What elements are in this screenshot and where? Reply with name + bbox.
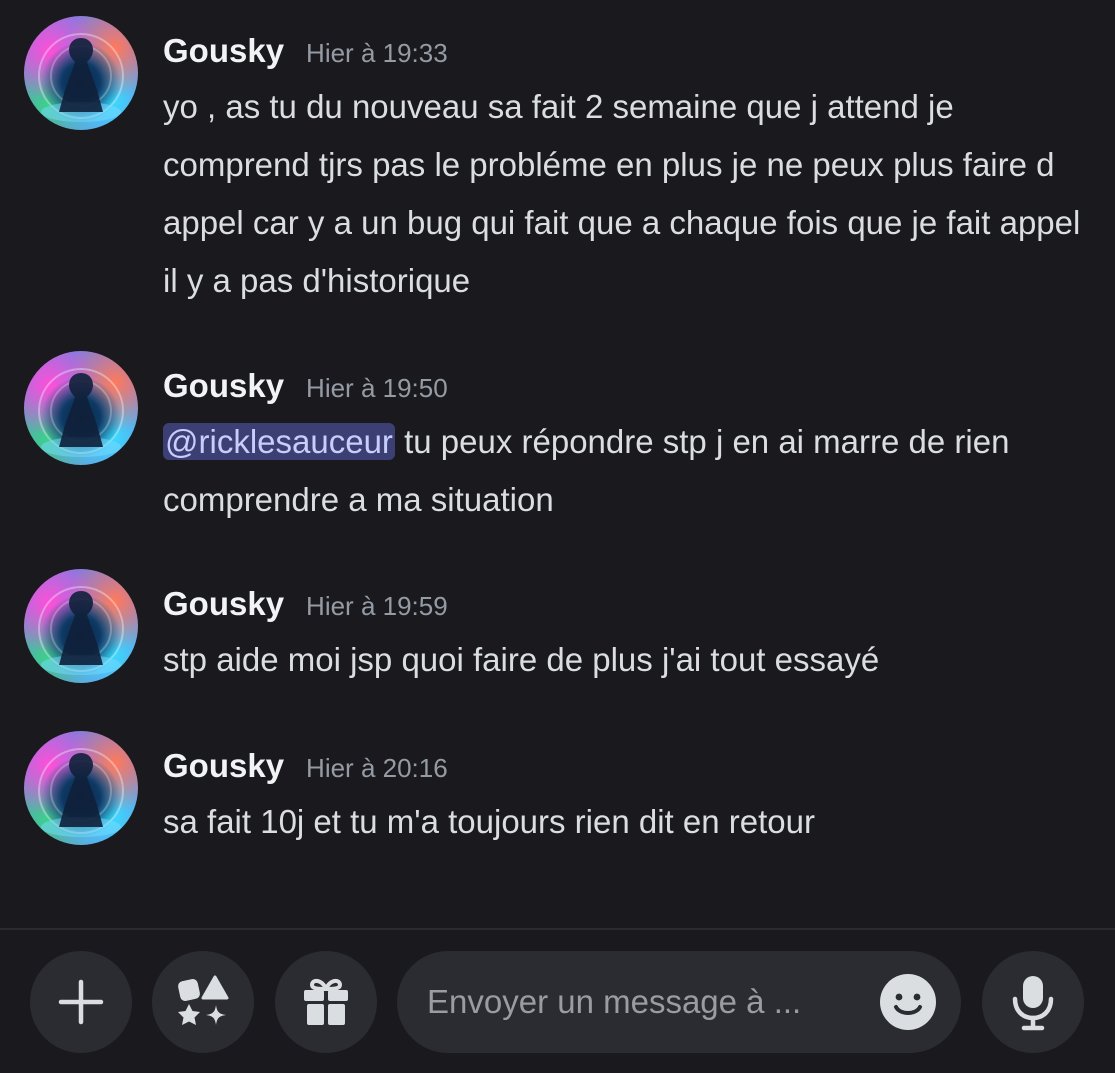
timestamp: Hier à 19:33 <box>306 38 448 68</box>
message-composer <box>0 930 1115 1073</box>
gift-icon <box>304 978 348 1025</box>
message-header: Gousky Hier à 19:50 <box>163 367 448 407</box>
voice-message-button[interactable] <box>982 951 1084 1053</box>
add-attachment-button[interactable] <box>30 951 132 1053</box>
message-text: stp aide moi jsp quoi faire de plus j'ai… <box>163 641 880 678</box>
gift-button[interactable] <box>275 951 377 1053</box>
message-item: Gousky Hier à 20:16 sa fait 10j et tu m'… <box>0 731 1115 851</box>
message-text: yo , as tu du nouveau sa fait 2 semaine … <box>163 88 1081 299</box>
emoji-button[interactable] <box>879 973 937 1031</box>
user-avatar[interactable] <box>24 16 138 130</box>
microphone-icon <box>1012 976 1054 1031</box>
apps-button[interactable] <box>152 951 254 1053</box>
username[interactable]: Gousky <box>163 585 284 623</box>
message-header: Gousky Hier à 19:59 <box>163 585 448 625</box>
apps-icon <box>178 975 229 1025</box>
timestamp: Hier à 20:16 <box>306 753 448 783</box>
message-input-container <box>397 951 961 1053</box>
message-text: @ricklesauceur tu peux répondre stp j en… <box>163 413 1093 529</box>
message-list: Gousky Hier à 19:33 yo , as tu du nouvea… <box>0 0 1115 928</box>
message-text: sa fait 10j et tu m'a toujours rien dit … <box>163 803 815 840</box>
user-avatar[interactable] <box>24 731 138 845</box>
message-header: Gousky Hier à 20:16 <box>163 747 448 787</box>
avatar-figure-icon <box>38 748 124 837</box>
avatar-figure-icon <box>38 33 124 122</box>
username[interactable]: Gousky <box>163 367 284 405</box>
timestamp: Hier à 19:50 <box>306 373 448 403</box>
message-header: Gousky Hier à 19:33 <box>163 32 448 72</box>
message-input[interactable] <box>427 951 867 1053</box>
user-avatar[interactable] <box>24 351 138 465</box>
user-avatar[interactable] <box>24 569 138 683</box>
message-item: Gousky Hier à 19:33 yo , as tu du nouvea… <box>0 16 1115 316</box>
avatar-figure-icon <box>38 368 124 457</box>
message-item: Gousky Hier à 19:50 @ricklesauceur tu pe… <box>0 351 1115 531</box>
emoji-icon <box>880 974 936 1030</box>
username[interactable]: Gousky <box>163 32 284 70</box>
message-item: Gousky Hier à 19:59 stp aide moi jsp quo… <box>0 569 1115 689</box>
timestamp: Hier à 19:59 <box>306 591 448 621</box>
plus-icon <box>58 979 104 1025</box>
user-mention[interactable]: @ricklesauceur <box>163 423 395 460</box>
avatar-figure-icon <box>38 586 124 675</box>
username[interactable]: Gousky <box>163 747 284 785</box>
